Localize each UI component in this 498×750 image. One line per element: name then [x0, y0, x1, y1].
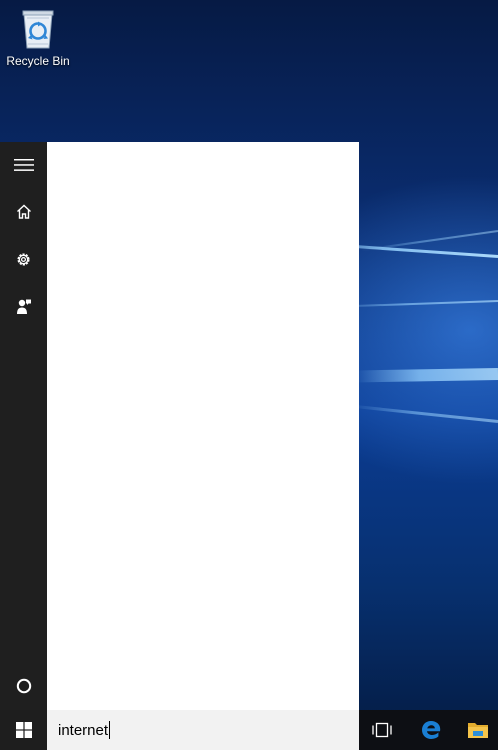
settings-button[interactable] [0, 236, 47, 282]
feedback-button[interactable] [0, 283, 47, 329]
edge-taskbar-button[interactable] [408, 710, 454, 750]
text-caret [109, 721, 111, 739]
hamburger-menu-icon [13, 159, 34, 171]
wallpaper-light-beam [354, 368, 498, 383]
taskbar: internet [0, 710, 498, 750]
wallpaper-light-beam [361, 230, 498, 252]
search-query-text: internet [58, 721, 109, 739]
desktop-icon-recycle-bin[interactable]: Recycle Bin [4, 6, 72, 68]
file-explorer-taskbar-button[interactable] [455, 710, 498, 750]
wallpaper-light-beam [350, 404, 498, 423]
file-explorer-icon [468, 723, 488, 738]
hamburger-menu-button[interactable] [0, 142, 47, 188]
home-button[interactable] [0, 189, 47, 235]
windows-start-icon [15, 722, 32, 738]
settings-gear-icon [17, 252, 30, 266]
edge-browser-icon [422, 721, 441, 739]
search-results-pane [47, 142, 359, 710]
feedback-person-icon [16, 299, 31, 314]
cortana-button[interactable] [0, 663, 47, 709]
search-input[interactable]: internet [47, 710, 359, 750]
start-button[interactable] [0, 710, 47, 750]
task-view-button[interactable] [359, 710, 405, 750]
recycle-bin-icon [22, 10, 54, 49]
task-view-icon [372, 722, 392, 738]
cortana-circle-icon [16, 678, 31, 694]
home-icon [16, 204, 31, 219]
desktop-icon-label: Recycle Bin [6, 54, 70, 68]
start-side-rail [0, 142, 47, 710]
